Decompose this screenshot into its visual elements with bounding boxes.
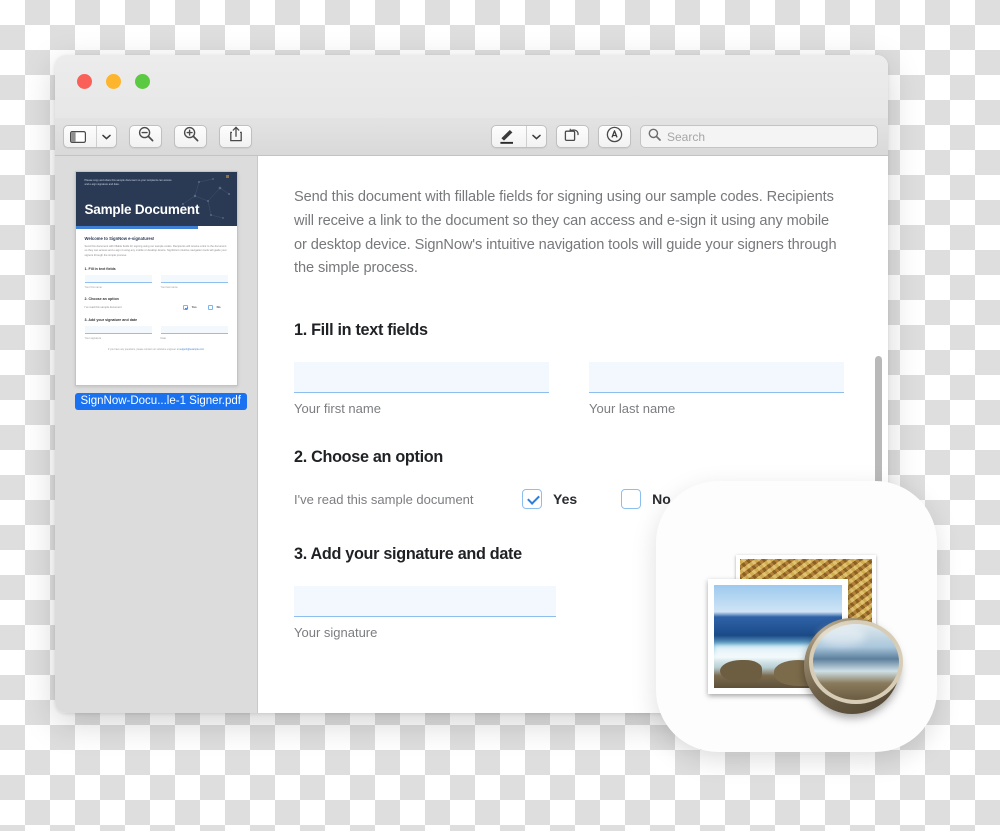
thumbnail-fields-row xyxy=(84,274,228,283)
thumbnail-no-label: No xyxy=(216,305,221,310)
last-name-input[interactable] xyxy=(589,362,844,394)
first-name-input[interactable] xyxy=(294,362,549,394)
first-name-caption: Your first name xyxy=(294,401,381,417)
thumbnail-section-1: 1. Fill in text fields xyxy=(84,266,116,271)
thumbnail-no-checkbox xyxy=(207,304,213,310)
thumbnail-yes-checkbox xyxy=(182,304,188,310)
preview-app-icon[interactable] xyxy=(656,481,937,752)
rock-left xyxy=(720,660,762,682)
page-thumbnail[interactable]: Please copy and share this sample docume… xyxy=(74,171,238,386)
share-icon xyxy=(229,126,243,147)
last-name-caption: Your last name xyxy=(589,401,676,417)
thumbnail-footer-link[interactable]: support@example.com xyxy=(179,348,204,351)
sidebar-view-icon xyxy=(64,126,92,147)
document-intro-paragraph: Send this document with fillable fields … xyxy=(294,189,837,277)
thumbnail-sidebar: Please copy and share this sample docume… xyxy=(55,156,258,713)
last-name-field-group: Your last name xyxy=(589,362,844,416)
thumbnail-option-question: I've read this sample document xyxy=(84,305,122,309)
window-toolbar xyxy=(55,118,888,156)
close-button[interactable] xyxy=(77,74,92,89)
thumbnail-date-caption: Date xyxy=(160,336,166,340)
thumbnail-first-name-field xyxy=(84,274,152,283)
traffic-light-controls xyxy=(77,74,150,89)
share-button[interactable] xyxy=(219,125,252,148)
thumbnail-section-2: 2. Choose an option xyxy=(84,296,119,301)
search-field[interactable] xyxy=(640,125,878,148)
section-1-heading: 1. Fill in text fields xyxy=(294,321,428,340)
markup-button[interactable] xyxy=(491,125,547,148)
thumbnail-last-name-field xyxy=(160,274,228,283)
thumbnail-yes-label: Yes xyxy=(191,305,197,310)
option-question-label: I've read this sample document xyxy=(294,491,474,507)
zoom-in-icon xyxy=(183,126,199,147)
thumbnail-footer-text: If you have any questions, please contac… xyxy=(108,347,179,351)
thumbnail-header-note: Please copy and share this sample docume… xyxy=(84,179,172,187)
thumbnail-header: Please copy and share this sample docume… xyxy=(75,172,237,226)
thumbnail-last-name-caption: Your last name xyxy=(160,285,178,289)
search-input[interactable] xyxy=(667,129,870,144)
annotate-button[interactable] xyxy=(598,125,631,148)
rotate-button[interactable] xyxy=(556,125,589,148)
chevron-down-icon xyxy=(526,126,546,147)
thumbnail-signature-caption: Your signature xyxy=(84,336,102,340)
thumbnail-signature-captions: Your signature Date xyxy=(85,337,228,340)
zoom-out-button[interactable] xyxy=(129,125,162,148)
window-titlebar xyxy=(55,55,888,118)
thumbnail-paragraph: Send this document with fillable fields … xyxy=(84,245,227,257)
thumbnail-file-label[interactable]: SignNow-Docu...le-1 Signer.pdf xyxy=(74,393,247,410)
thumbnail-section-3: 3. Add your signature and date xyxy=(84,317,138,322)
maximize-button[interactable] xyxy=(135,74,150,89)
thumbnail-body: Welcome to SignNow e-signatures! Send th… xyxy=(76,229,237,358)
yes-label: Yes xyxy=(553,491,578,508)
thumbnail-welcome: Welcome to SignNow e-signatures! xyxy=(84,236,155,241)
thumbnail-signature-field xyxy=(84,325,152,334)
no-checkbox[interactable] xyxy=(621,489,642,510)
transparency-backdrop: Please copy and share this sample docume… xyxy=(0,0,1000,831)
thumbnail-item[interactable]: Please copy and share this sample docume… xyxy=(74,171,247,410)
search-icon xyxy=(648,128,661,146)
rotate-icon xyxy=(564,126,581,147)
thumbnail-option-row: I've read this sample document Yes No xyxy=(84,304,228,310)
section-2-heading: 2. Choose an option xyxy=(294,448,443,467)
zoom-in-button[interactable] xyxy=(174,125,207,148)
thumbnail-fields-captions: Your first name Your last name xyxy=(85,286,228,289)
text-fields-row: Your first name Your last name xyxy=(294,362,844,416)
thumbnail-date-field xyxy=(160,325,228,334)
thumbnail-signature-row xyxy=(84,325,228,334)
sidebar-toggle-button[interactable] xyxy=(63,125,117,148)
zoom-out-icon xyxy=(138,126,154,147)
chevron-down-icon xyxy=(96,126,116,147)
thumbnail-title: Sample Document xyxy=(84,202,200,217)
signature-input[interactable] xyxy=(294,586,556,618)
magnifying-loupe-icon xyxy=(804,618,903,714)
first-name-field-group: Your first name xyxy=(294,362,549,416)
markup-pen-icon xyxy=(492,126,522,147)
thumbnail-first-name-caption: Your first name xyxy=(84,285,102,289)
yes-checkbox[interactable] xyxy=(522,489,542,510)
thumbnail-footer: If you have any questions, please contac… xyxy=(85,348,228,351)
minimize-button[interactable] xyxy=(106,74,121,89)
annotate-icon xyxy=(606,126,623,148)
